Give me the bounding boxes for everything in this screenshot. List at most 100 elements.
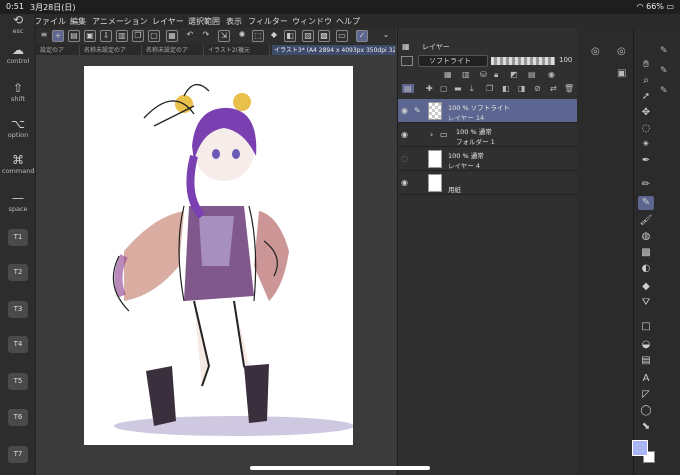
pencil-tool-icon[interactable]: ✎ [638, 196, 654, 210]
chevron-down-icon[interactable]: ⌄ [380, 30, 392, 42]
menu-icon[interactable]: ≡ [38, 30, 50, 42]
move-tool-icon[interactable]: ✥ [638, 106, 654, 120]
magic-wand-icon[interactable]: ✴ [638, 138, 654, 152]
save-icon[interactable]: ▣ [84, 30, 96, 42]
eye-icon[interactable]: ◉ [401, 130, 408, 139]
decoration-tool-icon[interactable]: ▩ [638, 246, 654, 260]
t4-button[interactable]: T4 [8, 336, 28, 353]
gradient-tool-icon[interactable]: ▤ [638, 354, 654, 368]
text-tool-icon[interactable]: A [638, 372, 654, 386]
snap-icon[interactable]: ▨ [302, 30, 314, 42]
menu-help[interactable]: ヘルプ [336, 16, 360, 27]
balloon-tool-icon[interactable]: ◸ [638, 388, 654, 402]
reference-icon[interactable]: ⛁ [480, 70, 487, 79]
t3-button[interactable]: T3 [8, 301, 28, 318]
ruler-layer-icon[interactable]: ▤ [528, 70, 536, 79]
redo-toolbar-icon[interactable]: ↷ [200, 30, 212, 42]
layer-color-icon[interactable] [401, 56, 413, 66]
blend-mode-select[interactable]: ソフトライト [418, 55, 488, 67]
panel-toggle-icon[interactable]: ◎ [591, 46, 600, 57]
shift-key[interactable]: ⇧ shift [2, 82, 34, 104]
tab-doc-2[interactable]: 名称未設定のア [82, 45, 142, 55]
sub-view-icon[interactable]: ▣ [617, 68, 626, 79]
brush-size-icon[interactable]: ✎ [660, 86, 668, 96]
lock-transparency-icon[interactable]: ▦ [444, 70, 452, 79]
airbrush-tool-icon[interactable]: ◍ [638, 230, 654, 244]
eye-icon[interactable]: ◉ [401, 106, 408, 115]
eye-icon[interactable]: ◉ [401, 178, 408, 187]
new-folder-icon[interactable]: ▬ [454, 84, 462, 93]
zoom-tool-icon[interactable]: ⌕ [638, 74, 654, 88]
t6-button[interactable]: T6 [8, 409, 28, 426]
tool-property-icon[interactable]: ✎ [660, 66, 668, 76]
hide-icon[interactable]: ⊘ [534, 84, 541, 93]
tab-doc-active[interactable]: イラスト3* (A4 2894 x 4093px 350dpi 32.6%) [272, 45, 396, 55]
tab-doc-4[interactable]: イラスト2(複元 [206, 45, 270, 55]
merge-down-icon[interactable]: ⤓ [470, 84, 474, 94]
trash-icon[interactable]: 🗑︎ [564, 84, 574, 93]
ruler-icon[interactable]: ◧ [284, 30, 296, 42]
foreground-color-swatch[interactable] [632, 440, 648, 456]
layer-row-normal[interactable]: ○ 100 % 通常 レイヤー 4 [398, 147, 578, 171]
tab-doc-1[interactable]: 設定のア [38, 45, 80, 55]
layer-row-folder[interactable]: ◉ › ▭ 100 % 通常 フォルダー 1 [398, 123, 578, 147]
border-icon[interactable]: ▭ [336, 30, 348, 42]
correct-line-tool-icon[interactable]: ◯ [638, 404, 654, 418]
grid-icon[interactable]: ▦ [166, 30, 178, 42]
clip-icon[interactable]: ▥ [462, 70, 470, 79]
eyedropper-icon[interactable]: ✒ [638, 154, 654, 168]
new-raster-icon[interactable]: ✚ [426, 84, 433, 93]
t7-button[interactable]: T7 [8, 446, 28, 463]
fill-tool-icon[interactable]: ⛛ [638, 296, 654, 310]
new-icon[interactable]: + [52, 30, 64, 42]
duplicate-icon[interactable]: ❐ [486, 84, 493, 93]
eye-icon[interactable]: ○ [401, 154, 408, 163]
sub-tool-icon[interactable]: ✎ [660, 46, 668, 56]
operation-tool-icon[interactable]: ➚ [638, 90, 654, 104]
tab-doc-3[interactable]: 名称未設定のア [144, 45, 204, 55]
mask-icon[interactable]: ◩ [510, 70, 518, 79]
eraser-tool-icon[interactable]: ◆ [638, 280, 654, 294]
layer-row-paper[interactable]: ◉ 用紙 [398, 171, 578, 195]
t2-button[interactable]: T2 [8, 264, 28, 281]
menu-animation[interactable]: アニメーション [92, 16, 148, 27]
clear-icon[interactable]: ▢ [148, 30, 160, 42]
menu-filter[interactable]: フィルター [248, 16, 288, 27]
menu-view[interactable]: 表示 [226, 16, 242, 27]
layer-menu-icon[interactable]: ▤ [402, 84, 414, 93]
open-icon[interactable]: ▤ [68, 30, 80, 42]
control-key[interactable]: ☁ control [2, 44, 34, 66]
lasso-tool-icon[interactable]: ◌ [638, 122, 654, 136]
transform-icon[interactable]: ⇲ [218, 30, 230, 42]
chevron-right-icon[interactable]: › [430, 130, 433, 139]
lock-icon[interactable]: 🔒︎ [494, 70, 498, 80]
menu-window[interactable]: ウィンドウ [292, 16, 332, 27]
menu-edit[interactable]: 編集 [70, 16, 86, 27]
command-key[interactable]: ⌘ command [2, 154, 34, 176]
new-vector-icon[interactable]: ▢ [440, 84, 448, 93]
menu-selection[interactable]: 選択範囲 [188, 16, 220, 27]
palette-icon[interactable]: ◉ [548, 70, 555, 79]
copy-icon[interactable]: ❐ [132, 30, 144, 42]
mask-add-icon[interactable]: ◧ [502, 84, 510, 93]
blend-tool-icon[interactable]: ◐ [638, 262, 654, 276]
layer-row-soft-light[interactable]: ◉ ✎ 100 % ソフトライト レイヤー 14 [398, 99, 578, 123]
t5-button[interactable]: T5 [8, 373, 28, 390]
fill-icon[interactable]: ◆ [268, 30, 280, 42]
navigator-icon[interactable]: ◎ [617, 46, 626, 57]
undo-toolbar-icon[interactable]: ↶ [184, 30, 196, 42]
frame-tool-icon[interactable]: ◒ [638, 338, 654, 352]
3d-tool-icon[interactable]: ⬊ [638, 420, 654, 434]
hand-tool-icon[interactable]: ✋︎ [638, 58, 654, 72]
brush-tool-icon[interactable]: 🖌︎ [638, 214, 654, 228]
canvas-paper[interactable] [84, 66, 354, 445]
check-icon[interactable]: ✓ [356, 30, 368, 42]
print-icon[interactable]: ▥ [116, 30, 128, 42]
loading-icon[interactable]: ✺ [236, 30, 248, 42]
t1-button[interactable]: T1 [8, 229, 28, 246]
export-icon[interactable]: ⇩ [100, 30, 112, 42]
esc-key[interactable]: ⟲ esc [2, 14, 34, 36]
deselect-icon[interactable]: ⬚ [252, 30, 264, 42]
opacity-slider[interactable] [491, 57, 555, 65]
space-key[interactable]: — space [2, 192, 34, 214]
